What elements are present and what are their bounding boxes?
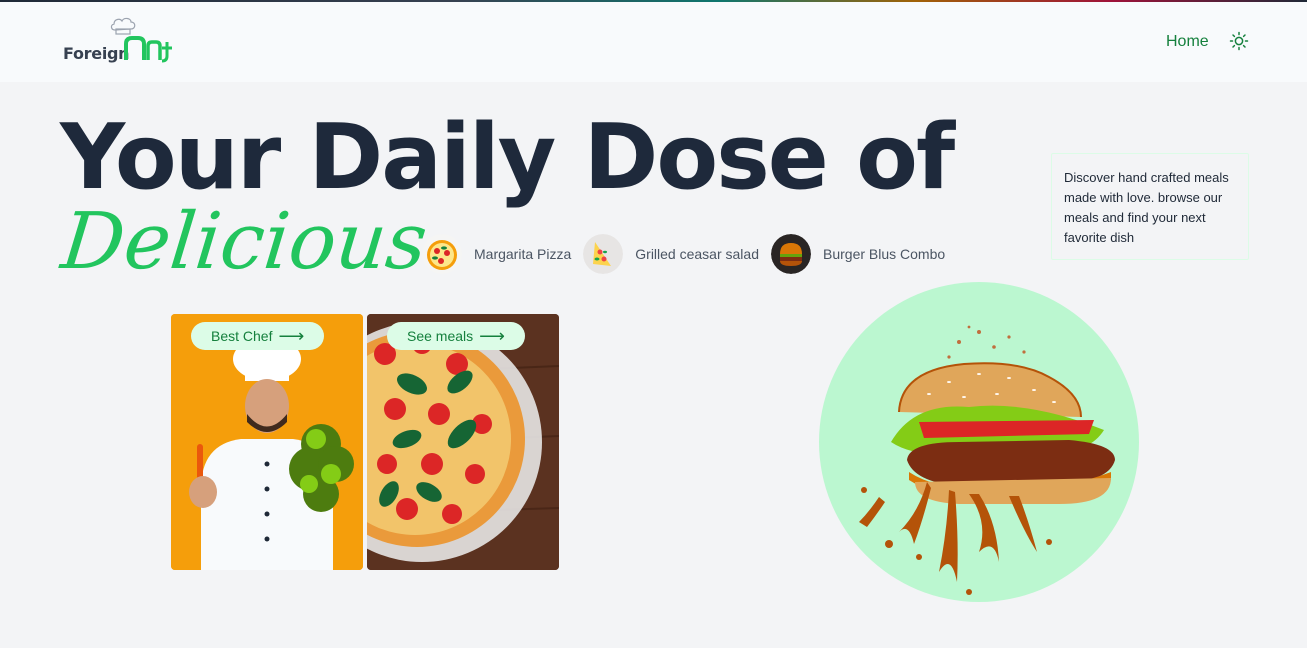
brand-logo[interactable]: Foreign — [62, 16, 182, 68]
theme-toggle-button[interactable] — [1229, 31, 1249, 51]
sun-icon — [1229, 31, 1249, 51]
hero-headline-accent: Delicious — [57, 197, 432, 287]
featured-meal-burger[interactable]: Burger Blus Combo — [771, 234, 945, 274]
arrow-right-icon: ⟶ — [479, 326, 505, 346]
hero-description: Discover hand crafted meals made with lo… — [1051, 153, 1249, 260]
chef-photo — [171, 314, 363, 570]
burger-thumbnail — [771, 234, 811, 274]
best-chef-label: Best Chef — [211, 328, 273, 344]
see-meals-card[interactable]: See meals ⟶ — [367, 314, 559, 570]
featured-meal-label: Grilled ceasar salad — [635, 246, 759, 262]
arrow-right-icon: ⟶ — [278, 326, 305, 346]
featured-meal-label: Burger Blus Combo — [823, 246, 946, 262]
chef-hat-icon — [110, 17, 136, 35]
brand-name: Foreign — [63, 44, 130, 63]
featured-meal-label: Margarita Pizza — [474, 246, 572, 262]
best-chef-card[interactable]: Best Chef ⟶ — [171, 314, 363, 570]
burger-image — [859, 325, 1115, 595]
pizza-photo — [367, 314, 559, 570]
ethiopic-script-logo-icon — [124, 36, 172, 63]
featured-meal-salad[interactable]: Grilled ceasar salad — [583, 234, 759, 274]
salad-thumbnail — [583, 234, 624, 274]
top-navbar: Foreign Home — [0, 2, 1307, 82]
nav-home-link[interactable]: Home — [1166, 33, 1209, 51]
hero-burger-visual — [819, 282, 1139, 612]
pizza-thumbnail — [422, 234, 462, 274]
featured-meals-list: Margarita Pizza Grilled ceasar salad Bur… — [422, 234, 957, 274]
best-chef-button[interactable]: Best Chef ⟶ — [191, 322, 325, 350]
featured-meal-pizza[interactable]: Margarita Pizza — [422, 234, 571, 274]
see-meals-label: See meals — [407, 328, 474, 344]
see-meals-button[interactable]: See meals ⟶ — [387, 322, 525, 350]
hero-headline: Your Daily Dose of — [60, 105, 955, 210]
